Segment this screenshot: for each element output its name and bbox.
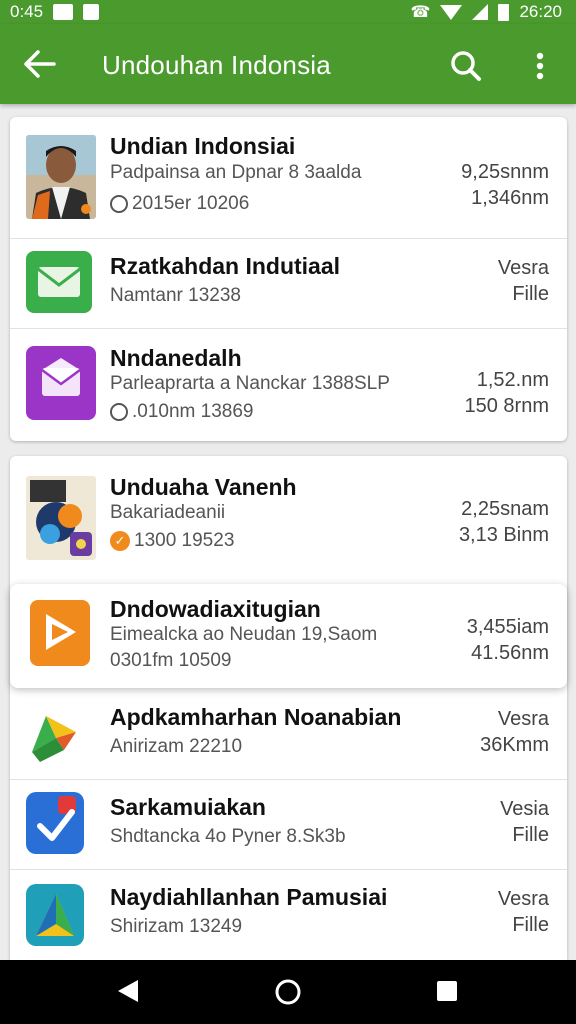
item-size-line1: 2,25snam: [461, 498, 549, 520]
item-title: Unduaha Vanenh: [110, 474, 297, 500]
signal-icon: [472, 4, 489, 20]
list-item[interactable]: Unduaha Vanenh Bakariadeanii ✓ 1300 1952…: [10, 456, 567, 584]
download-card-2: Unduaha Vanenh Bakariadeanii ✓ 1300 1952…: [10, 456, 567, 960]
nav-home-icon[interactable]: [274, 978, 302, 1006]
item-title: Sarkamuiakan: [110, 794, 266, 820]
back-arrow-icon[interactable]: [22, 48, 58, 80]
clock-icon: [110, 403, 128, 421]
verified-badge-icon: ✓: [110, 531, 130, 551]
list-item[interactable]: Rzatkahdan Indutiaal Namtanr 13238 Vesra…: [10, 239, 567, 329]
item-title: Nndanedalh: [110, 345, 242, 371]
vibrate-icon: ☎: [410, 4, 431, 21]
item-title: Rzatkahdan Indutiaal: [110, 253, 341, 279]
item-size-line2: Fille: [512, 914, 549, 936]
play-arrow-icon: [26, 702, 88, 768]
item-size: 2,25snam 3,13 Binm: [459, 496, 549, 548]
item-title: Dndowadiaxitugian: [110, 596, 321, 622]
item-meta: 2015er 10206: [110, 193, 249, 215]
item-size: Vesia Fille: [500, 796, 549, 848]
nav-back-icon[interactable]: [116, 978, 140, 1004]
item-size-line2: 36Kmm: [480, 734, 549, 756]
item-subtitle: Shdtancka 4o Pyner 8.Sk3b: [110, 826, 346, 847]
item-title: Apdkamharhan Noanabian: [110, 704, 402, 730]
status-time-left: 0:45: [10, 2, 44, 21]
system-nav-bar: [0, 960, 576, 1024]
item-size-line2: Fille: [512, 824, 549, 846]
item-meta: ✓ 1300 19523: [110, 530, 234, 552]
item-meta-text: 0301fm 10509: [110, 650, 232, 671]
search-icon[interactable]: [446, 46, 486, 86]
item-meta-text: .010nm 13869: [132, 401, 254, 422]
list-item[interactable]: Naydiahllanhan Pamusiai Shirizam 13249 V…: [10, 870, 567, 960]
list-item[interactable]: Sarkamuiakan Shdtancka 4o Pyner 8.Sk3b V…: [10, 780, 567, 870]
item-size-line1: 9,25snnm: [461, 161, 549, 183]
item-subtitle: Eimealcka ao Neudan 19,Saom: [110, 624, 378, 645]
item-size-line1: 3,455iam: [466, 616, 549, 638]
item-size-line1: Vesra: [497, 708, 549, 730]
list-item-highlighted[interactable]: Dndowadiaxitugian Eimealcka ao Neudan 19…: [10, 584, 567, 688]
item-subtitle: Anirizam 22210: [110, 736, 243, 757]
check-edit-icon: [26, 792, 84, 854]
item-size-line2: Fille: [512, 283, 549, 305]
email-icon: [26, 251, 92, 313]
more-vert-icon[interactable]: [526, 46, 554, 86]
item-size-line2: 1,346nm: [471, 187, 549, 209]
item-size: Vesra 36Kmm: [480, 706, 549, 758]
item-size-line1: Vesra: [497, 888, 549, 910]
item-size-line2: 150 8rnm: [464, 395, 550, 417]
item-subtitle: Namtanr 13238: [110, 285, 241, 306]
item-meta-text: 2015er 10206: [132, 193, 250, 214]
list-item[interactable]: Nndanedalh Parleaprarta a Nanckar 1388SL…: [10, 329, 567, 441]
list-item[interactable]: Undian Indonsiai Padpainsa an Dpnar 8 3a…: [10, 117, 567, 239]
status-bar: 0:45 ☎ 26:20: [0, 0, 576, 24]
notification-icon: [53, 4, 74, 20]
nav-recents-icon[interactable]: [436, 980, 458, 1002]
item-title: Undian Indonsiai: [110, 133, 296, 159]
item-subtitle: Shirizam 13249: [110, 916, 243, 937]
item-size: 1,52.nm 150 8rnm: [465, 367, 550, 419]
item-size-line1: 1,52.nm: [476, 369, 549, 391]
security-icon: [83, 4, 100, 20]
app-illustration-icon: [26, 476, 96, 560]
download-card-1: Undian Indonsiai Padpainsa an Dpnar 8 3a…: [10, 117, 567, 441]
item-size-line1: Vesia: [500, 798, 549, 820]
item-subtitle: Bakariadeanii: [110, 502, 226, 523]
item-size-line1: Vesra: [497, 257, 549, 279]
item-size-line2: 41.56nm: [471, 642, 549, 664]
wifi-icon: [440, 4, 463, 20]
item-size-line2: 3,13 Binm: [458, 524, 549, 546]
item-size: Vesra Fille: [498, 886, 549, 938]
clock-icon: [110, 195, 128, 213]
item-size: 3,455iam 41.56nm: [467, 614, 549, 666]
item-size: Vesra Fille: [498, 255, 549, 307]
item-meta: .010nm 13869: [110, 401, 254, 423]
app-bar: Undouhan Indonsia: [0, 24, 576, 104]
mail-app-icon: [26, 346, 96, 420]
person-avatar-icon: [26, 135, 96, 219]
video-play-icon: [30, 600, 90, 666]
item-title: Naydiahllanhan Pamusiai: [110, 884, 388, 910]
app-title: Undouhan Indonsia: [102, 50, 331, 80]
maps-arrow-icon: [26, 884, 84, 946]
status-time-right: 26:20: [519, 2, 562, 21]
item-subtitle: Parleaprarta a Nanckar 1388SLP: [110, 373, 390, 394]
battery-icon: [498, 3, 510, 21]
item-meta-text: 1300 19523: [134, 530, 235, 551]
item-subtitle: Padpainsa an Dpnar 8 3aalda: [110, 162, 362, 183]
list-item[interactable]: Apdkamharhan Noanabian Anirizam 22210 Ve…: [10, 688, 567, 780]
item-size: 9,25snnm 1,346nm: [461, 159, 549, 211]
